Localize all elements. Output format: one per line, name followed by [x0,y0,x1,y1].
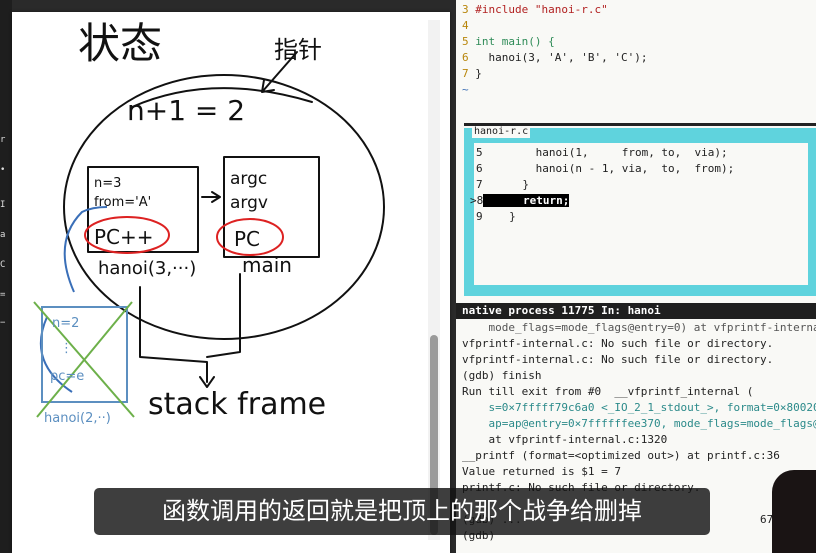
source-line: 4 [462,19,469,32]
stack-line-left [139,286,208,383]
popped-pc: pc=e [50,369,84,384]
frame-count-label: n+1 = 2 [127,94,245,127]
stack-line-right [206,273,241,358]
source-line: 6 hanoi(3, 'A', 'B', 'C'); [462,51,648,64]
source-line: 7 } [462,67,482,80]
frame-var-argc: argc [230,169,267,189]
tui-current-line: >8 return; [470,194,570,207]
popped-caption: hanoi(2,··) [44,411,111,426]
gdb-output-line: s=0×7fffff79c6a0 <_IO_2_1_stdout_>, form… [462,401,816,414]
state-label: 状态 [78,19,162,68]
left-window-edge: r • I a C = − [0,0,12,553]
gdb-output-line: ap=ap@entry=0×7ffffffee370, mode_flags=m… [462,417,816,430]
source-line: 5 int main() { [462,35,555,48]
tui-source-line: 6 hanoi(n - 1, via, to, from); [476,162,735,175]
frame-link-arrow [201,191,221,203]
stack-frame-label: stack frame [148,387,326,422]
caption-hanoi: hanoi(3,···) [98,258,196,279]
popped-ellipsis: ⋮ [60,341,73,356]
gdb-output-line: vfprintf-internal.c: No such file or dir… [462,353,774,366]
frame-var-argv: argv [230,193,268,213]
handwritten-diagram: 状态 指针 n+1 = 2 n=3 from='A' PC++ argc arg… [33,19,385,426]
gdb-output-line: Value returned is $1 = 7 [462,465,621,478]
gdb-output-line: at vfprintf-internal.c:1320 [462,433,668,446]
frame-var-n: n=3 [94,176,121,191]
frame-pc-hanoi: PC++ [94,225,154,249]
gdb-output-line: __printf (format=<optimized out>) at pri… [462,449,780,462]
edge-glyph: a [0,230,6,240]
empty-line-tilde: ~ [462,83,469,96]
presenter-silhouette [772,470,816,553]
source-line: 3 #include "hanoi-r.c" [462,3,608,16]
video-subtitle: 函数调用的返回就是把顶上的那个战争给删掉 [94,488,710,535]
frame-var-from: from='A' [94,195,151,210]
tui-source-pane[interactable]: 5 hanoi(1, from, to, via); 6 hanoi(n - 1… [470,143,808,285]
tui-source-line: 5 hanoi(1, from, to, via); [476,146,728,159]
edge-glyph: r [0,135,6,145]
gdb-output-line: Run till exit from #0 __vfprintf_interna… [462,385,754,398]
gdb-output-line: mode_flags=mode_flags@entry=0) at vfprin… [462,321,816,334]
edge-glyph: C [0,260,6,270]
tui-source-line: 9 } [476,210,516,223]
edge-glyph: − [0,318,6,328]
gdb-output-line: vfprintf-internal.c: No such file or dir… [462,337,774,350]
popped-var-n: n=2 [52,316,79,331]
edge-glyph: • [0,165,6,175]
tui-window-title: hanoi-r.c [472,126,531,138]
caption-main: main [242,253,292,277]
bilibili-watermark: bilibili [14,500,66,520]
edge-glyph: I [0,200,6,210]
gdb-output-line: (gdb) finish [462,369,542,382]
gdb-terminal[interactable]: 3 #include "hanoi-r.c" 4 5 int main() { … [456,0,816,553]
frame-pc-main: PC [234,227,260,251]
edge-glyph: = [0,290,6,300]
whiteboard-canvas[interactable]: 状态 指针 n+1 = 2 n=3 from='A' PC++ argc arg… [12,12,450,553]
tui-source-line: 7 } [476,178,529,191]
gdb-status-bar: native process 11775 In: hanoi [456,303,816,319]
pointer-label: 指针 [274,36,322,64]
